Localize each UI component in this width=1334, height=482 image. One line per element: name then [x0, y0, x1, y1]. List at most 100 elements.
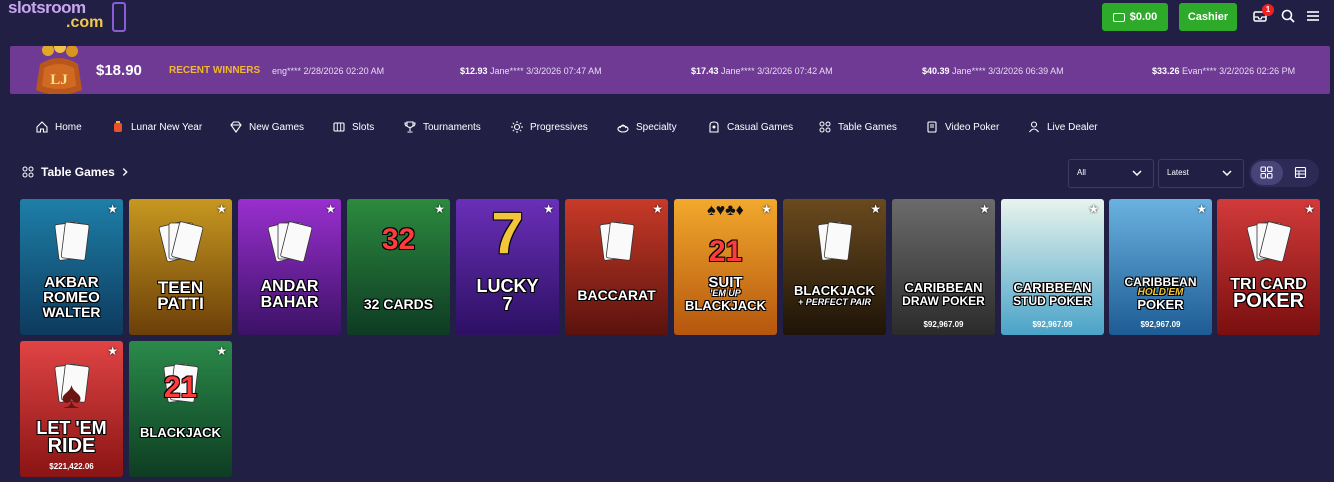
nav-item-progressives[interactable]: Progressives [510, 120, 588, 134]
game-tile[interactable]: ★ 21 BLACKJACK [129, 341, 232, 477]
list-view-icon[interactable] [1294, 166, 1307, 179]
winner-detail: eng**** 2/28/2026 02:20 AM [272, 66, 385, 76]
jackpot-amount: $92,967.09 [923, 320, 964, 329]
filter-select[interactable]: All [1068, 159, 1154, 188]
chevron-right-icon [122, 168, 128, 176]
game-tile[interactable]: ★ ♠♥♣♦ 21 SUIT 'EM UP BLACKJACK [674, 199, 777, 335]
spade-symbol: ♠ [61, 375, 82, 417]
favorite-star-icon[interactable]: ★ [1304, 202, 1315, 216]
game-title-line1: AKBAR [44, 274, 99, 291]
game-tile[interactable]: ★ AKBAR ROMEO WALTER [20, 199, 123, 335]
game-tile[interactable]: ★ CARIBBEAN HOLD'EM POKER $92,967.09 [1109, 199, 1212, 335]
game-tile[interactable]: ★ BLACKJACK + PERFECT PAIR [783, 199, 886, 335]
nav-item-video-poker[interactable]: Video Poker [925, 120, 999, 134]
winner-detail: Evan**** 3/2/2026 02:26 PM [1182, 66, 1296, 76]
game-title-line2: STUD POKER [1013, 294, 1092, 308]
game-title-line1: BACCARAT [577, 287, 656, 303]
trophy-icon [404, 121, 416, 133]
game-title-line3: BLACKJACK [685, 298, 766, 313]
winner-entry: $17.43 Jane**** 3/3/2026 07:42 AM [691, 66, 833, 76]
coin-text: LJ [50, 72, 68, 88]
sort-select[interactable]: Latest [1158, 159, 1244, 188]
winner-entry: $12.93 Jane**** 3/3/2026 07:47 AM [460, 66, 602, 76]
game-tile[interactable]: ★ TRI CARD POKER [1217, 199, 1320, 335]
favorite-star-icon[interactable]: ★ [1196, 202, 1207, 216]
nav-item-label: Slots [352, 121, 375, 133]
nav-item-casual-games[interactable]: Casual Games [707, 120, 793, 134]
live-dealer-icon [1029, 121, 1039, 133]
suit-symbols: ♠♥♣♦ [707, 202, 744, 219]
nav-item-label: Home [55, 121, 82, 133]
favorite-star-icon[interactable]: ★ [325, 202, 336, 216]
playing-cards-icon [54, 221, 89, 261]
balance-button[interactable]: $0.00 [1102, 3, 1168, 31]
jackpot-amount: $221,422.06 [49, 462, 94, 471]
winner-amount: $33.26 [1152, 66, 1180, 76]
sparkle-icon [511, 121, 523, 133]
game-logo-number: 21 [708, 235, 743, 268]
diamond-icon [230, 121, 242, 133]
game-title-line2: RIDE [47, 435, 96, 457]
game-tile[interactable]: ★ 32 32 CARDS [347, 199, 450, 335]
game-title-line1: LUCKY [476, 276, 539, 296]
nav-item-table-games[interactable]: Table Games [818, 120, 897, 134]
cashier-button[interactable]: Cashier [1179, 3, 1237, 31]
game-tile[interactable]: ★ 7 LUCKY 7 [456, 199, 559, 335]
grid-view-icon[interactable] [1260, 166, 1273, 179]
casual-icon [709, 121, 719, 133]
nav-item-lunar-new-year[interactable]: Lunar New Year [111, 120, 202, 134]
playing-cards-icon [1246, 221, 1291, 263]
playing-cards-icon [817, 221, 852, 261]
section-title-label: Table Games [41, 165, 115, 179]
favorite-star-icon[interactable]: ★ [1088, 202, 1099, 216]
winner-entry: $33.26 Evan**** 3/2/2026 02:26 PM [1152, 66, 1295, 76]
nav-item-home[interactable]: Home [35, 120, 82, 134]
nav-item-tournaments[interactable]: Tournaments [403, 120, 481, 134]
nav-item-new-games[interactable]: New Games [229, 120, 304, 134]
game-tile[interactable]: ★ CARIBBEAN DRAW POKER $92,967.09 [892, 199, 995, 335]
favorite-star-icon[interactable]: ★ [870, 202, 881, 216]
game-logo-number: 21 [163, 371, 198, 404]
table-games-icon [819, 121, 831, 133]
home-icon [36, 121, 48, 133]
favorite-star-icon[interactable]: ★ [216, 344, 227, 358]
favorite-star-icon[interactable]: ★ [434, 202, 445, 216]
game-title-line1: CARIBBEAN [904, 280, 983, 295]
playing-cards-icon [158, 221, 203, 263]
site-logo[interactable]: slotsroom .com [8, 0, 126, 34]
favorite-star-icon[interactable]: ★ [107, 202, 118, 216]
nav-item-slots[interactable]: Slots [332, 120, 374, 134]
game-title-line1: 32 CARDS [363, 296, 434, 312]
table-games-icon [22, 166, 34, 178]
game-tile[interactable]: ★ ANDAR BAHAR [238, 199, 341, 335]
game-title-line2: DRAW POKER [902, 294, 985, 308]
game-title-line2: ROMEO [43, 289, 100, 306]
recent-winners-label: RECENT WINNERS [169, 65, 261, 76]
nav-item-live-dealer[interactable]: Live Dealer [1027, 120, 1098, 134]
section-title[interactable]: Table Games [21, 165, 131, 179]
favorite-star-icon[interactable]: ★ [216, 202, 227, 216]
winner-detail: Jane**** 3/3/2026 07:42 AM [721, 66, 833, 76]
game-title-line1: CARIBBEAN [1013, 280, 1092, 295]
winner-detail: Jane**** 3/3/2026 07:47 AM [490, 66, 602, 76]
favorite-star-icon[interactable]: ★ [107, 344, 118, 358]
filter-select-value: All [1077, 168, 1086, 177]
menu-icon[interactable] [1305, 8, 1321, 24]
game-title-line2: 'EM UP [710, 288, 741, 298]
favorite-star-icon[interactable]: ★ [652, 202, 663, 216]
game-tile[interactable]: ★ TEEN PATTI [129, 199, 232, 335]
view-toggle [1249, 159, 1319, 187]
nav-item-label: Table Games [838, 121, 897, 133]
search-icon[interactable] [1280, 8, 1296, 24]
top-header: slotsroom .com $0.00 Cashier 1 [0, 0, 1334, 36]
jackpot-amount: $92,967.09 [1140, 320, 1181, 329]
game-tile[interactable]: ★ BACCARAT [565, 199, 668, 335]
favorite-star-icon[interactable]: ★ [979, 202, 990, 216]
coin-bag-icon: LJ [36, 46, 82, 94]
chevron-down-icon [1222, 170, 1232, 177]
nav-item-label: Tournaments [423, 121, 481, 133]
winner-amount: $17.43 [691, 66, 719, 76]
nav-item-specialty[interactable]: Specialty [616, 120, 677, 134]
game-tile[interactable]: ★ CARIBBEAN STUD POKER $92,967.09 [1001, 199, 1104, 335]
game-tile[interactable]: ★ ♠ LET 'EM RIDE $221,422.06 [20, 341, 123, 477]
